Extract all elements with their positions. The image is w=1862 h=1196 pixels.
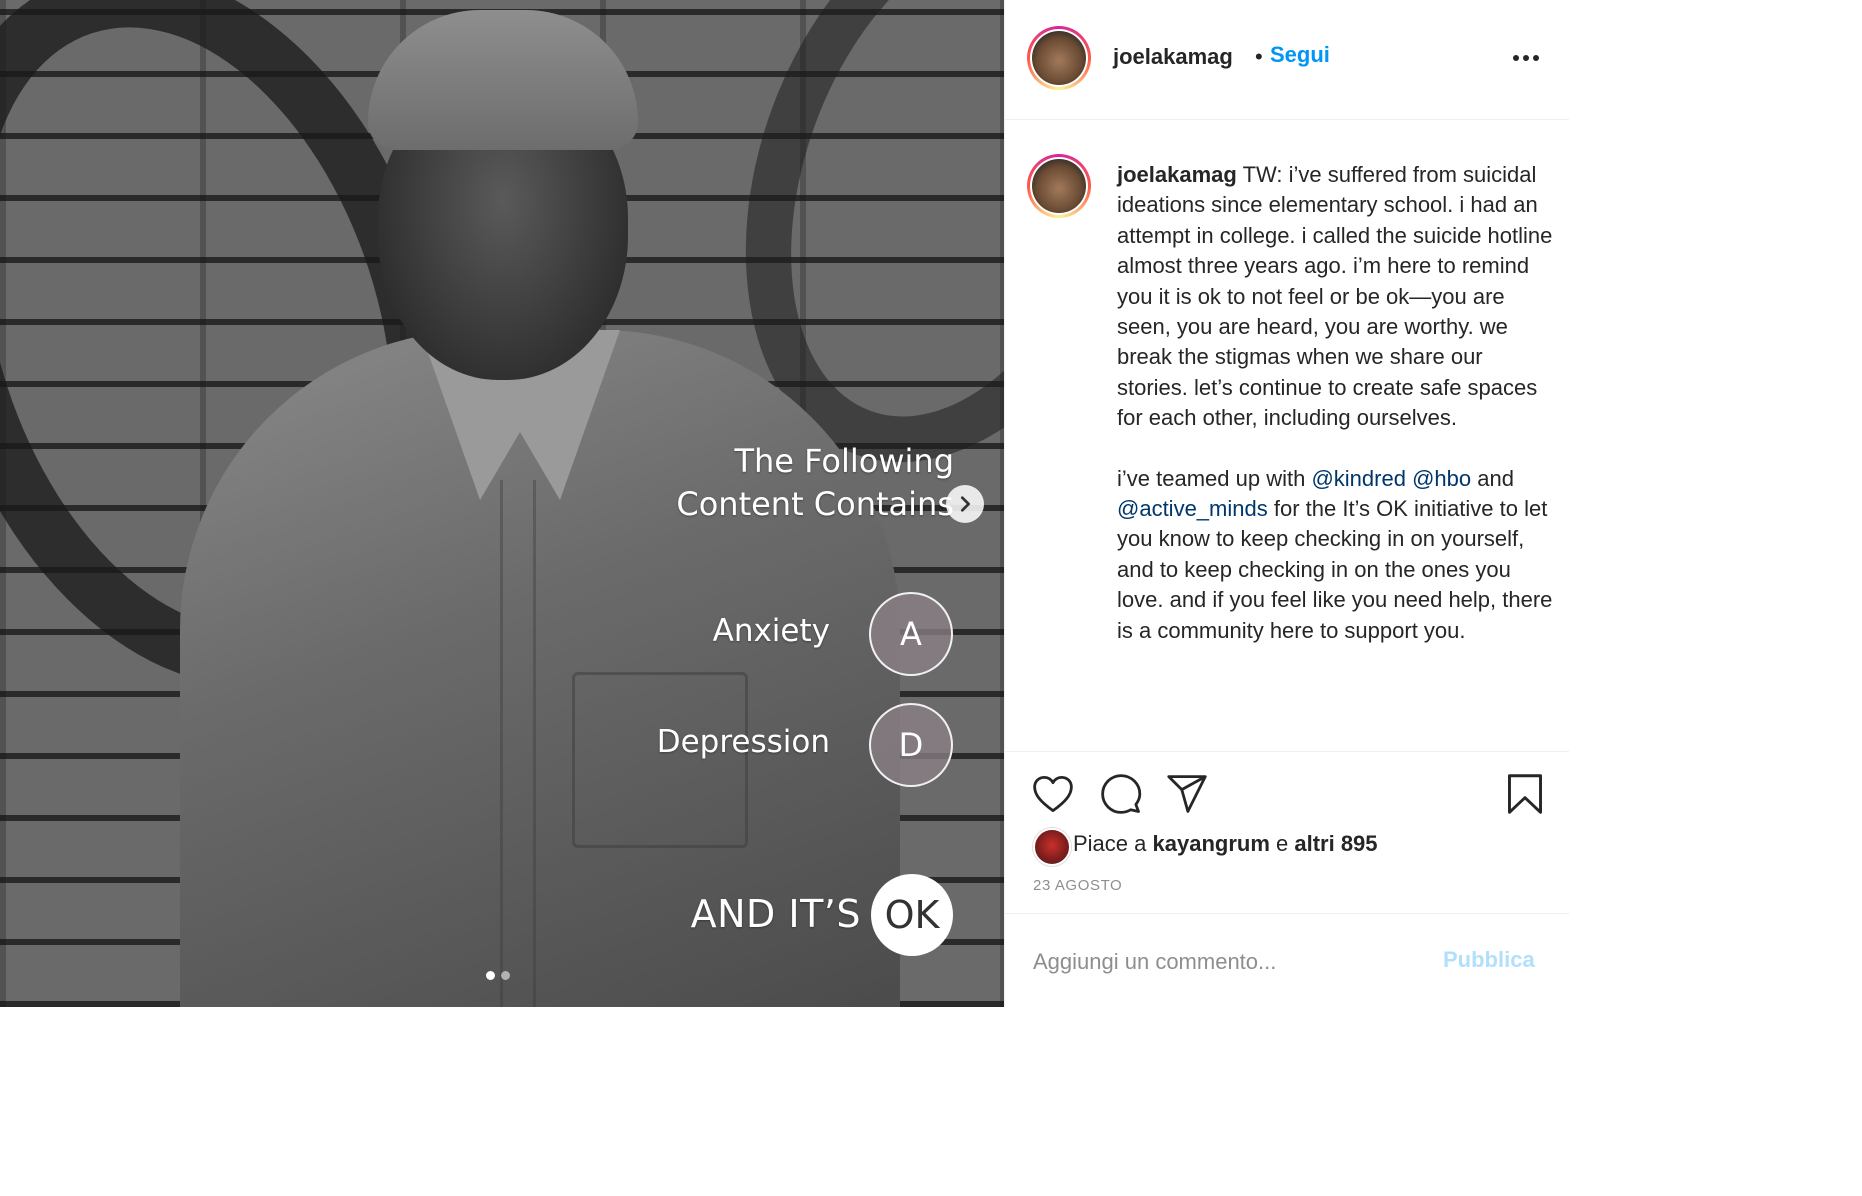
overlay-closing-text: AND IT’S <box>690 892 861 936</box>
heart-icon <box>1033 775 1073 813</box>
caption-author-avatar[interactable] <box>1027 154 1091 218</box>
avatar-image <box>1032 159 1086 213</box>
post-date[interactable]: 23 AGOSTO <box>1033 877 1122 894</box>
overlay-label-depression: Depression <box>656 724 830 760</box>
follow-button[interactable]: Segui <box>1270 42 1330 68</box>
post-side-panel: joelakamag • Segui joelakamag TW: i’ve s… <box>1004 0 1569 1007</box>
mention-kindred[interactable]: @kindred <box>1311 466 1406 491</box>
shirt-pocket <box>572 672 748 848</box>
caption-text-2c: and <box>1471 465 1514 491</box>
overlay-heading-line2: Content Contains <box>676 485 954 523</box>
share-icon <box>1167 775 1207 813</box>
liker-avatar[interactable] <box>1033 828 1071 866</box>
carousel-next-button[interactable] <box>946 485 984 523</box>
mention-active-minds[interactable]: @active_minds <box>1117 496 1268 521</box>
author-username-link[interactable]: joelakamag <box>1113 44 1233 70</box>
caption-paragraph-2: i’ve teamed up with @kindred @hbo and @a… <box>1117 464 1557 646</box>
author-avatar[interactable] <box>1027 26 1091 90</box>
caption-paragraph-1: joelakamag TW: i’ve suffered from suicid… <box>1117 160 1557 434</box>
shirt-placket <box>500 480 536 1007</box>
comment-bar: Pubblica <box>1005 913 1569 1008</box>
carousel-dot-1 <box>486 971 495 980</box>
post-image[interactable]: The Following Content Contains Anxiety A… <box>0 0 1004 1007</box>
caption-text-2a: i’ve teamed up with <box>1117 465 1312 491</box>
comment-input[interactable] <box>1031 944 1415 980</box>
overlay-heading-line1: The Following <box>734 442 954 480</box>
carousel-dot-2 <box>501 971 510 980</box>
overlay-badge-depression: D <box>869 703 953 787</box>
post-caption: joelakamag TW: i’ve suffered from suicid… <box>1117 160 1557 646</box>
caption-username-link[interactable]: joelakamag <box>1117 162 1237 187</box>
mention-hbo[interactable]: @hbo <box>1412 466 1471 491</box>
overlay-ok-badge: OK <box>871 874 953 956</box>
comment-icon <box>1101 774 1142 814</box>
overlay-badge-anxiety: A <box>869 592 953 676</box>
likes-others-count[interactable]: altri 895 <box>1294 831 1377 856</box>
post-actions: Piace a kayangrum e altri 895 23 AGOSTO <box>1005 751 1569 912</box>
likes-summary[interactable]: Piace a kayangrum e altri 895 <box>1073 831 1378 857</box>
comment-button[interactable] <box>1099 772 1143 816</box>
header-separator: • <box>1255 44 1263 69</box>
bookmark-icon <box>1508 774 1542 814</box>
chevron-right-icon <box>960 496 970 512</box>
save-button[interactable] <box>1503 772 1547 816</box>
share-button[interactable] <box>1165 772 1209 816</box>
liker-username[interactable]: kayangrum <box>1153 831 1270 856</box>
overlay-label-anxiety: Anxiety <box>712 613 830 649</box>
carousel-indicator <box>486 971 510 980</box>
like-button[interactable] <box>1031 772 1075 816</box>
caption-text-1: TW: i’ve suffered from suicidal ideation… <box>1117 162 1553 431</box>
avatar-image <box>1032 31 1086 85</box>
post-header: joelakamag • Segui <box>1005 0 1569 120</box>
publish-button[interactable]: Pubblica <box>1443 947 1535 973</box>
more-options-icon[interactable] <box>1513 48 1543 68</box>
